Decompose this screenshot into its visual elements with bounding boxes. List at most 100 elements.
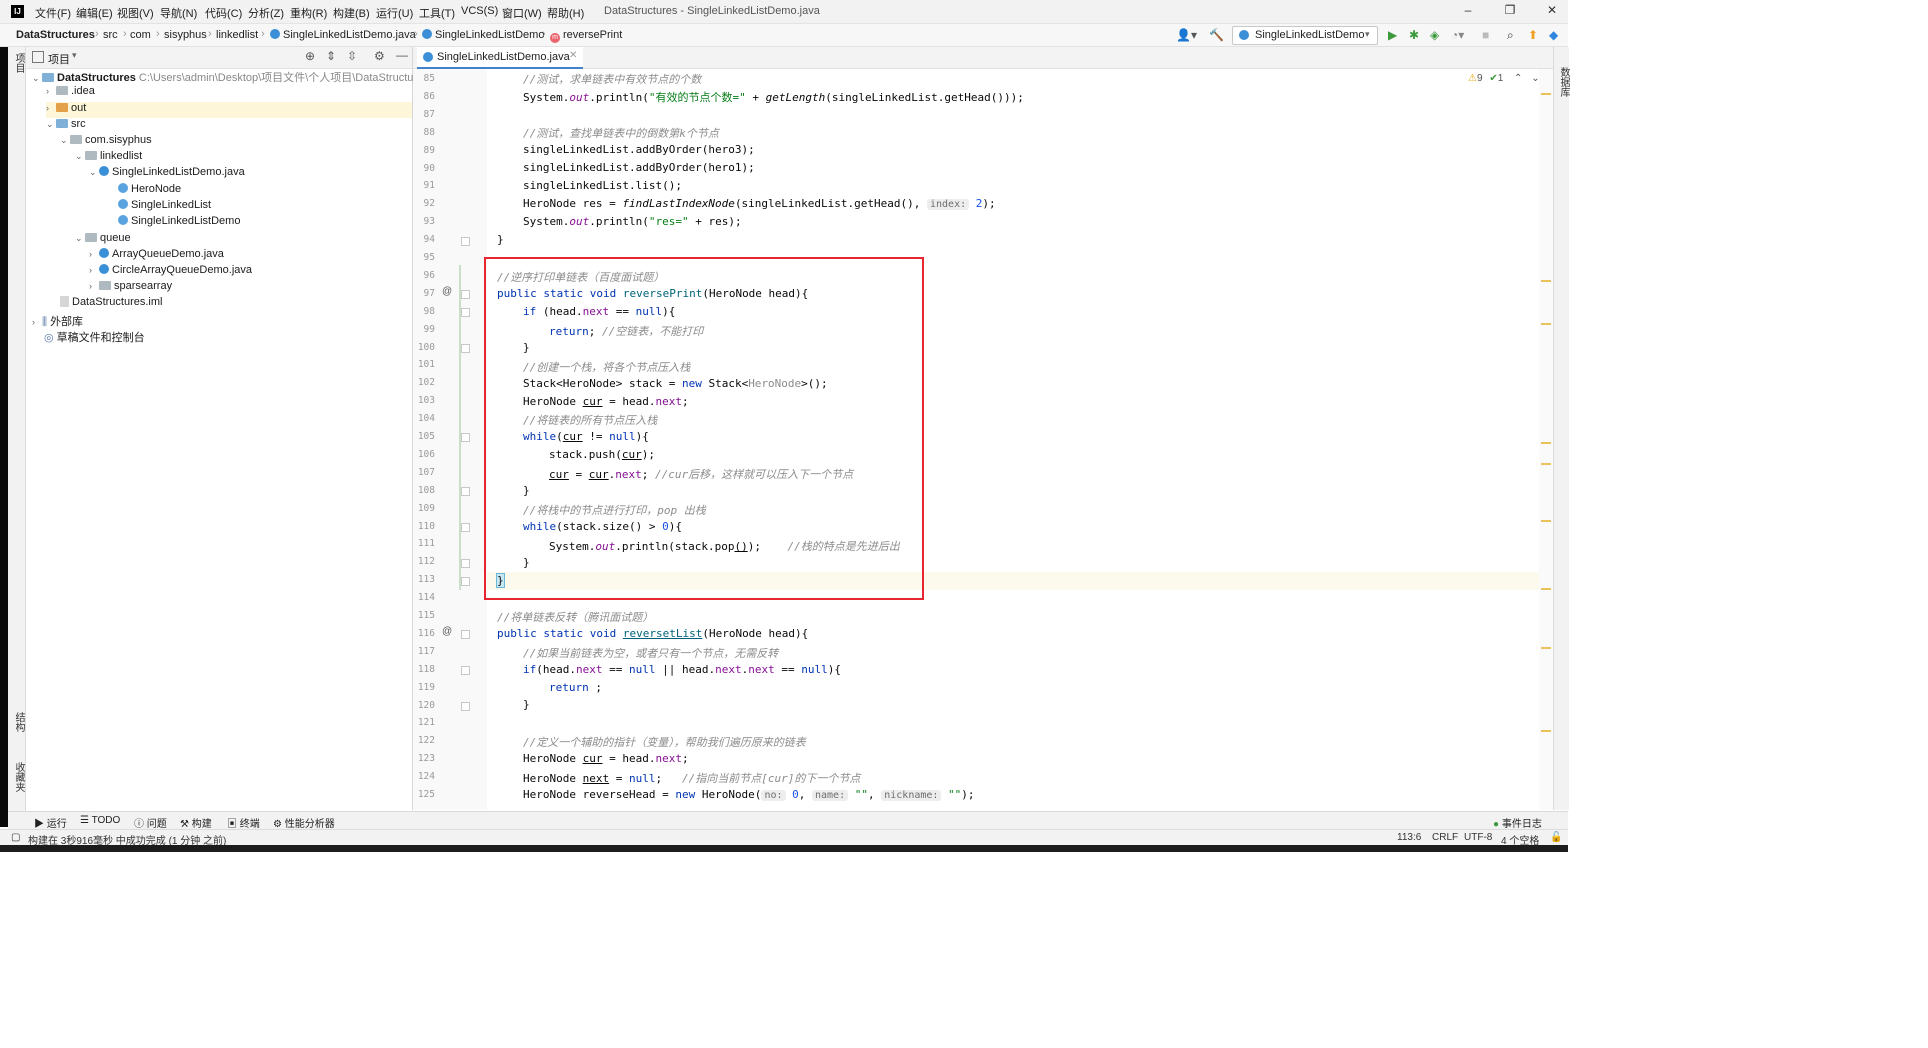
tree-item-iml[interactable]: DataStructures.iml — [60, 296, 162, 312]
line-number[interactable]: 116 — [413, 628, 435, 639]
fold-marker-icon[interactable] — [461, 559, 470, 568]
fold-marker-icon[interactable] — [461, 308, 470, 317]
run-configuration-select[interactable]: SingleLinkedListDemo ▾ — [1232, 26, 1378, 45]
tree-item-arrayqueuedemo[interactable]: › ArrayQueueDemo.java — [89, 248, 224, 264]
tool-tab-database[interactable]: 数据库 — [1556, 67, 1571, 97]
line-number[interactable]: 98 — [413, 306, 435, 317]
tree-item-queue[interactable]: ⌄ queue — [75, 232, 131, 248]
tool-profiler[interactable]: ⚙ 性能分析器 — [273, 815, 335, 830]
line-number[interactable]: 103 — [413, 395, 435, 406]
line-number[interactable]: 109 — [413, 503, 435, 514]
tree-item-src[interactable]: ⌄ src — [46, 118, 86, 134]
scroll-warning-mark[interactable] — [1541, 647, 1551, 649]
menu-vcs[interactable]: VCS(S) — [461, 5, 498, 17]
chevron-up-icon[interactable]: ⌃ — [1514, 73, 1522, 84]
inspection-widget[interactable]: ⚠9 ✔1 ⌃ ⌄ — [1468, 73, 1540, 84]
scroll-warning-mark[interactable] — [1541, 588, 1551, 590]
update-icon[interactable]: ⬆ — [1528, 28, 1538, 42]
line-number[interactable]: 117 — [413, 646, 435, 657]
override-marker-icon[interactable]: @ — [442, 626, 452, 637]
line-number[interactable]: 111 — [413, 538, 435, 549]
close-tab-icon[interactable]: ✕ — [569, 50, 577, 61]
tree-item-linkedlist[interactable]: ⌄ linkedlist — [75, 150, 142, 166]
fold-marker-icon[interactable] — [461, 666, 470, 675]
line-number[interactable]: 101 — [413, 359, 435, 370]
locate-icon[interactable]: ⊕ — [305, 49, 315, 63]
line-separator[interactable]: CRLF — [1432, 832, 1458, 843]
menu-code[interactable]: 代码(C) — [205, 5, 242, 21]
line-number[interactable]: 121 — [413, 717, 435, 728]
line-number[interactable]: 97 — [413, 288, 435, 299]
scroll-warning-mark[interactable] — [1541, 520, 1551, 522]
tool-build[interactable]: ⚒ 构建 — [180, 815, 212, 830]
tool-terminal[interactable]: ▣ 终端 — [227, 815, 260, 830]
fold-marker-icon[interactable] — [461, 702, 470, 711]
collapse-all-icon[interactable]: ⇳ — [347, 49, 357, 63]
tree-item-out[interactable]: › out — [46, 102, 412, 118]
user-icon[interactable]: 👤▾ — [1176, 28, 1197, 42]
menu-analyze[interactable]: 分析(Z) — [248, 5, 284, 21]
line-number[interactable]: 95 — [413, 252, 435, 263]
tool-tab-favorites[interactable]: 收藏夹 — [11, 762, 26, 792]
line-number[interactable]: 105 — [413, 431, 435, 442]
breadcrumb-com[interactable]: com — [130, 29, 151, 41]
line-number[interactable]: 90 — [413, 163, 435, 174]
line-number[interactable]: 87 — [413, 109, 435, 120]
tool-tab-project[interactable]: 项目 — [11, 53, 26, 73]
tree-item-singlelinkedlist[interactable]: SingleLinkedList — [118, 199, 211, 215]
breadcrumb-class[interactable]: SingleLinkedListDemo — [422, 29, 544, 41]
toolbox-icon[interactable]: ◆ — [1549, 28, 1558, 42]
fold-marker-icon[interactable] — [461, 237, 470, 246]
breadcrumb-project[interactable]: DataStructures — [16, 29, 95, 41]
lock-icon[interactable]: 🔓 — [1550, 832, 1562, 843]
menu-help[interactable]: 帮助(H) — [547, 5, 584, 21]
project-panel-title[interactable]: 项目 — [48, 51, 70, 67]
line-number[interactable]: 118 — [413, 664, 435, 675]
close-icon[interactable]: ✕ — [1542, 3, 1562, 17]
line-number[interactable]: 125 — [413, 789, 435, 800]
line-number[interactable]: 110 — [413, 521, 435, 532]
line-number[interactable]: 94 — [413, 234, 435, 245]
fold-marker-icon[interactable] — [461, 344, 470, 353]
minimize-icon[interactable]: – — [1458, 3, 1478, 17]
line-number[interactable]: 106 — [413, 449, 435, 460]
tree-item-idea[interactable]: › .idea — [46, 85, 95, 101]
tree-item-heronode[interactable]: HeroNode — [118, 183, 181, 199]
tree-item-circlearrayqueuedemo[interactable]: › CircleArrayQueueDemo.java — [89, 264, 252, 280]
restore-icon[interactable]: ❐ — [1500, 3, 1520, 17]
stop-icon[interactable]: ■ — [1482, 28, 1489, 42]
line-number[interactable]: 91 — [413, 180, 435, 191]
menu-window[interactable]: 窗口(W) — [502, 5, 542, 21]
tab-singlelinkedlistdemo[interactable]: SingleLinkedListDemo.java ✕ — [417, 47, 583, 69]
editor-scrollbar[interactable] — [1539, 69, 1553, 810]
line-number[interactable]: 89 — [413, 145, 435, 156]
tree-item-sparsearray[interactable]: › sparsearray — [89, 280, 172, 296]
scroll-warning-mark[interactable] — [1541, 323, 1551, 325]
line-number[interactable]: 100 — [413, 342, 435, 353]
line-number[interactable]: 115 — [413, 610, 435, 621]
tree-item-external-libraries[interactable]: › ⫼ 外部库 — [32, 313, 83, 329]
line-number[interactable]: 107 — [413, 467, 435, 478]
menu-navigate[interactable]: 导航(N) — [160, 5, 197, 21]
run-icon[interactable]: ▶ — [1388, 28, 1397, 42]
tree-item-scratches[interactable]: ◎ 草稿文件和控制台 — [44, 329, 145, 345]
breadcrumb-method[interactable]: m reversePrint — [550, 29, 622, 43]
line-number[interactable]: 102 — [413, 377, 435, 388]
breadcrumb-src[interactable]: src — [103, 29, 118, 41]
menu-refactor[interactable]: 重构(R) — [290, 5, 327, 21]
fold-marker-icon[interactable] — [461, 577, 470, 586]
line-number[interactable]: 96 — [413, 270, 435, 281]
scroll-warning-mark[interactable] — [1541, 463, 1551, 465]
tree-item-root[interactable]: ⌄ DataStructures C:\Users\admin\Desktop\项… — [32, 69, 429, 85]
tool-problems[interactable]: ⓘ 问题 — [134, 815, 167, 830]
line-number[interactable]: 92 — [413, 198, 435, 209]
caret-position[interactable]: 113:6 — [1397, 832, 1421, 843]
search-icon[interactable]: ⌕ — [1507, 28, 1514, 43]
expand-all-icon[interactable]: ⇕ — [326, 49, 336, 63]
tool-event-log[interactable]: ● 事件日志 — [1493, 815, 1542, 830]
menu-tools[interactable]: 工具(T) — [419, 5, 455, 21]
chevron-down-icon[interactable]: ▾ — [72, 50, 77, 61]
breadcrumb-file[interactable]: SingleLinkedListDemo.java — [270, 29, 416, 41]
hide-icon[interactable]: — — [396, 48, 408, 62]
line-number[interactable]: 113 — [413, 574, 435, 585]
